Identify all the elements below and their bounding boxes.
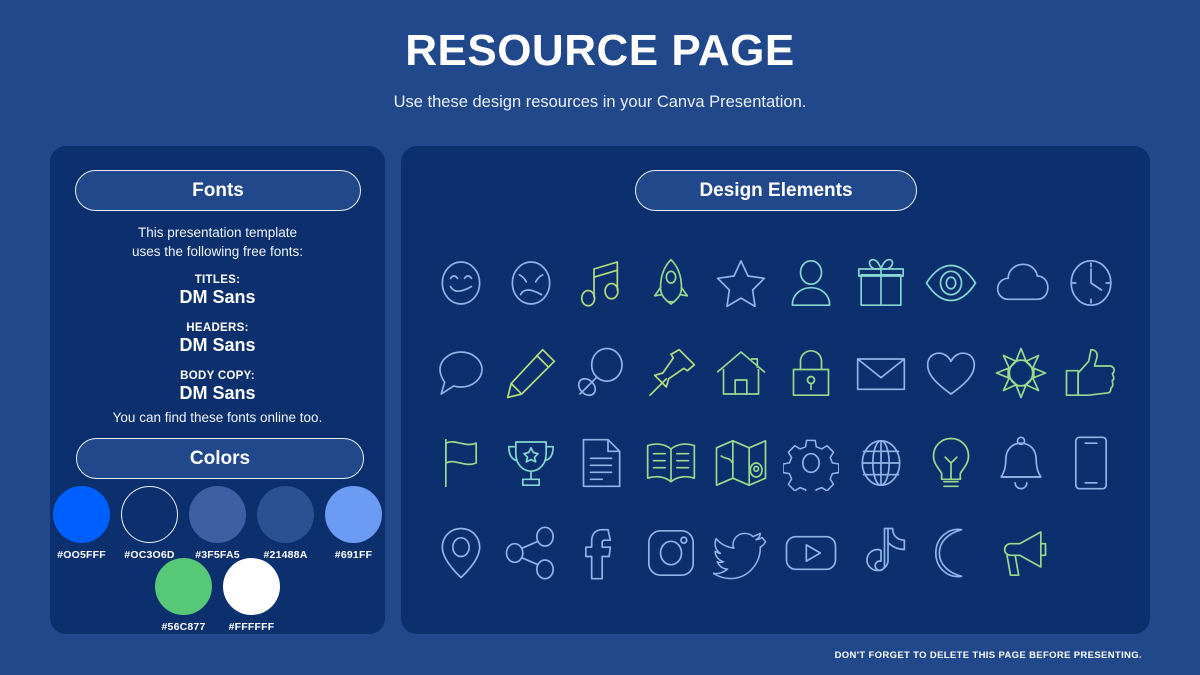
color-swatch-row-primary: #OO5FFF #OC3O6D #3F5FA5 #21488A #691FF (50, 486, 385, 561)
sad-face-icon[interactable] (500, 252, 562, 314)
page-subtitle: Use these design resources in your Canva… (393, 93, 807, 111)
color-swatch-dot[interactable] (223, 558, 280, 615)
color-swatch-hex-label: #FFFFFF (228, 621, 275, 633)
fonts-outro-text: You can find these fonts online too. (112, 410, 323, 425)
color-swatch-dot[interactable] (325, 486, 382, 543)
font-group-titles: TITLES: DM Sans (50, 274, 385, 308)
font-group-label: HEADERS: (186, 322, 249, 334)
twitter-icon[interactable] (710, 522, 772, 584)
trophy-icon[interactable] (500, 432, 562, 494)
font-group-body-copy: BODY COPY: DM Sans (50, 370, 385, 404)
color-swatch-dot[interactable] (189, 486, 246, 543)
font-group-value: DM Sans (179, 383, 256, 403)
color-swatch[interactable]: #21488A (257, 486, 314, 561)
colors-heading-pill[interactable]: Colors (76, 438, 364, 479)
design-elements-panel: Design Elements (401, 146, 1150, 634)
moon-icon[interactable] (920, 522, 982, 584)
share-icon[interactable] (500, 522, 562, 584)
eye-icon[interactable] (920, 252, 982, 314)
globe-icon[interactable] (850, 432, 912, 494)
megaphone-icon[interactable] (990, 522, 1052, 584)
color-swatch[interactable]: #56C877 (155, 558, 212, 633)
fonts-intro-text: This presentation template uses the foll… (50, 224, 385, 261)
font-group-label: TITLES: (194, 274, 241, 286)
heart-icon[interactable] (920, 342, 982, 404)
map-icon[interactable] (710, 432, 772, 494)
bell-icon[interactable] (990, 432, 1052, 494)
book-icon[interactable] (640, 432, 702, 494)
design-elements-heading-label: Design Elements (699, 179, 853, 201)
page-title: RESOURCE PAGE (405, 26, 795, 75)
clock-icon[interactable] (1060, 252, 1122, 314)
fonts-heading-label: Fonts (192, 179, 244, 201)
color-swatch[interactable]: #OC3O6D (121, 486, 178, 561)
footer-reminder-note: DON'T FORGET TO DELETE THIS PAGE BEFORE … (834, 650, 1142, 661)
pushpin-icon[interactable] (640, 342, 702, 404)
document-icon[interactable] (570, 432, 632, 494)
thumbs-up-icon[interactable] (1060, 342, 1122, 404)
flag-icon[interactable] (430, 432, 492, 494)
design-elements-heading-pill[interactable]: Design Elements (635, 170, 917, 211)
envelope-icon[interactable] (850, 342, 912, 404)
colors-heading-label: Colors (189, 447, 251, 469)
fonts-intro-line-2: uses the following free fonts: (131, 243, 304, 259)
gift-icon[interactable] (850, 252, 912, 314)
star-icon[interactable] (710, 252, 772, 314)
color-swatch[interactable]: #691FF (325, 486, 382, 561)
youtube-icon[interactable] (780, 522, 842, 584)
fonts-intro-line-1: This presentation template (137, 225, 298, 240)
lightbulb-icon[interactable] (920, 432, 982, 494)
person-icon[interactable] (780, 252, 842, 314)
color-swatch-dot[interactable] (53, 486, 110, 543)
slide-canvas: RESOURCE PAGE Use these design resources… (0, 0, 1200, 675)
color-swatch-dot[interactable] (155, 558, 212, 615)
color-swatch-dot[interactable] (121, 486, 178, 543)
sun-icon[interactable] (990, 342, 1052, 404)
magnifier-icon[interactable] (570, 342, 632, 404)
color-swatch-hex-label: #56C877 (161, 621, 206, 633)
color-swatch[interactable]: #FFFFFF (223, 558, 280, 633)
gear-icon[interactable] (780, 432, 842, 494)
color-swatch-dot[interactable] (257, 486, 314, 543)
rocket-icon[interactable] (640, 252, 702, 314)
design-elements-icon-grid (426, 238, 1126, 598)
color-swatch-row-secondary: #56C877 #FFFFFF (50, 558, 385, 633)
cloud-icon[interactable] (990, 252, 1052, 314)
smiley-face-icon[interactable] (430, 252, 492, 314)
facebook-icon[interactable] (570, 522, 632, 584)
lock-icon[interactable] (780, 342, 842, 404)
tiktok-icon[interactable] (850, 522, 912, 584)
phone-icon[interactable] (1060, 432, 1122, 494)
pencil-icon[interactable] (500, 342, 562, 404)
music-note-icon[interactable] (570, 252, 632, 314)
font-group-headers: HEADERS: DM Sans (50, 322, 385, 356)
font-group-label: BODY COPY: (180, 370, 255, 382)
font-group-value: DM Sans (179, 335, 256, 355)
speech-bubble-icon[interactable] (430, 342, 492, 404)
location-pin-icon[interactable] (430, 522, 492, 584)
instagram-icon[interactable] (640, 522, 702, 584)
fonts-heading-pill[interactable]: Fonts (75, 170, 361, 211)
fonts-and-colors-panel: Fonts This presentation template uses th… (50, 146, 385, 634)
color-swatch[interactable]: #3F5FA5 (189, 486, 246, 561)
font-group-value: DM Sans (179, 287, 256, 307)
color-swatch[interactable]: #OO5FFF (53, 486, 110, 561)
house-icon[interactable] (710, 342, 772, 404)
